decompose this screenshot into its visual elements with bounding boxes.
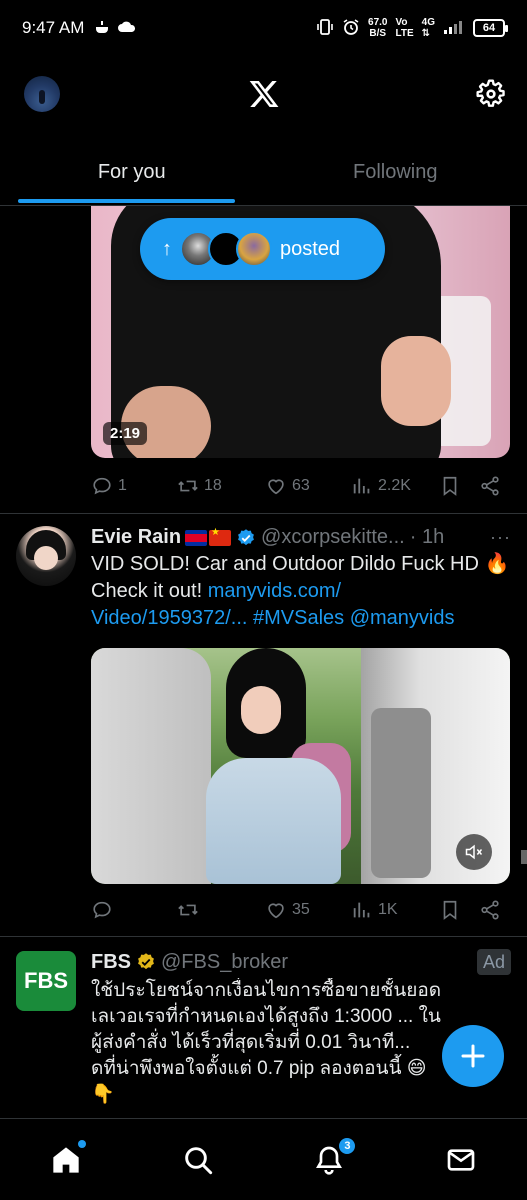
- top-app-bar: [0, 56, 527, 136]
- post-divider: [0, 513, 527, 514]
- post-link[interactable]: Video/1959372/...: [91, 607, 247, 629]
- reply-button[interactable]: [91, 899, 177, 921]
- reply-icon: [93, 901, 111, 919]
- cloud-icon: [118, 20, 136, 37]
- share-button[interactable]: [479, 475, 509, 497]
- nav-home[interactable]: [36, 1130, 96, 1190]
- repost-button[interactable]: 18: [177, 475, 265, 497]
- ad-text: ใช้ประโยชน์จากเงื่อนไขการซื้อขายชั้นยอด …: [91, 980, 442, 1105]
- profile-avatar[interactable]: [24, 76, 60, 112]
- search-icon: [184, 1146, 212, 1174]
- status-bar: 9:47 AM 67.0 B/S Vo LTE 4G ⇅ 64: [0, 0, 527, 56]
- alarm-icon: [342, 18, 360, 39]
- timeline-feed[interactable]: 2:19 ↑ posted 1 18 63 2.2K Evie Rain ★ @…: [0, 206, 527, 1118]
- active-tab-indicator: [18, 199, 235, 203]
- advertiser-logo[interactable]: FBS: [16, 951, 76, 1011]
- volte-indicator: Vo LTE: [395, 17, 414, 39]
- network-gen: 4G ⇅: [421, 17, 435, 39]
- china-flag-icon: [209, 527, 232, 546]
- pill-avatar: [236, 231, 272, 267]
- signal-icon: [443, 19, 465, 38]
- share-icon: [481, 476, 499, 496]
- hashtag-link[interactable]: #MVSales: [253, 607, 344, 629]
- timeline-tabs: For you Following: [0, 140, 527, 206]
- repost-icon: [178, 904, 198, 916]
- post-divider: [0, 936, 527, 937]
- author-name[interactable]: FBS: [91, 951, 131, 974]
- vibrate-icon: [316, 18, 334, 39]
- gear-icon[interactable]: [475, 78, 507, 110]
- like-button[interactable]: 35: [265, 899, 351, 921]
- status-notification-icons: [94, 20, 136, 37]
- x-logo-icon[interactable]: [248, 78, 280, 110]
- bookmark-button[interactable]: [439, 475, 479, 497]
- mute-button[interactable]: [456, 834, 492, 870]
- nav-messages[interactable]: [431, 1130, 491, 1190]
- like-button[interactable]: 63: [265, 475, 351, 497]
- tab-for-you[interactable]: For you: [0, 140, 264, 205]
- author-avatar[interactable]: [16, 526, 76, 586]
- verified-badge-icon: [238, 528, 254, 545]
- author-handle[interactable]: @xcorpsekitte...: [261, 526, 405, 549]
- views-icon: [353, 478, 370, 494]
- author-name[interactable]: Evie Rain: [91, 526, 181, 549]
- flag-emojis: [185, 527, 232, 546]
- cook-icon: [94, 20, 110, 37]
- mail-icon: [447, 1148, 475, 1171]
- post-text: VID SOLD! Car and Outdoor Dildo Fuck HD …: [91, 553, 510, 629]
- bookmark-icon: [443, 476, 457, 496]
- heart-icon: [268, 903, 284, 919]
- reply-icon: [93, 477, 111, 495]
- heart-icon: [268, 479, 284, 495]
- author-handle[interactable]: @FBS_broker: [161, 951, 288, 974]
- nav-search[interactable]: [168, 1130, 228, 1190]
- unread-dot: [77, 1139, 86, 1148]
- cambodia-flag-icon: [185, 529, 208, 546]
- bookmark-icon: [443, 900, 457, 920]
- repost-button[interactable]: [177, 899, 265, 921]
- post-header: FBS @FBS_broker Ad: [91, 949, 511, 975]
- mention-link[interactable]: @manyvids: [350, 607, 455, 629]
- arrow-up-icon: ↑: [162, 237, 172, 260]
- post-video[interactable]: [91, 648, 510, 884]
- battery-indicator: 64: [473, 19, 508, 37]
- post-actions: 1 18 63 2.2K: [91, 471, 510, 501]
- tab-following[interactable]: Following: [264, 140, 527, 205]
- views-icon: [353, 902, 370, 918]
- home-icon: [53, 1146, 79, 1173]
- network-speed: 67.0 B/S: [368, 17, 388, 39]
- share-button[interactable]: [479, 899, 509, 921]
- compose-button[interactable]: [442, 1025, 504, 1087]
- video-duration: 2:19: [103, 422, 148, 445]
- speaker-muted-icon: [465, 844, 483, 860]
- post-time: · 1h: [409, 526, 445, 548]
- status-right: 67.0 B/S Vo LTE 4G ⇅ 64: [316, 17, 508, 39]
- post-header: Evie Rain @xcorpsekitte... · 1h ···: [91, 526, 511, 549]
- bottom-navigation: 3: [0, 1118, 527, 1200]
- ad-badge: Ad: [476, 949, 511, 975]
- gold-verified-badge-icon: [138, 953, 154, 970]
- repost-icon: [178, 480, 198, 492]
- bookmark-button[interactable]: [439, 899, 479, 921]
- post-actions: 35 1K: [91, 895, 510, 925]
- post-link[interactable]: manyvids.com/: [208, 580, 341, 602]
- reply-button[interactable]: 1: [91, 475, 177, 497]
- more-options-icon[interactable]: ···: [490, 527, 511, 548]
- data-arrows-icon: ⇅: [421, 28, 431, 39]
- scrollbar[interactable]: [521, 850, 527, 864]
- app-screen: 9:47 AM 67.0 B/S Vo LTE 4G ⇅ 64 For you …: [0, 0, 527, 1200]
- status-time: 9:47 AM: [22, 18, 85, 37]
- plus-icon: [461, 1044, 485, 1068]
- views-button[interactable]: 2.2K: [351, 475, 439, 497]
- share-icon: [481, 900, 499, 920]
- nav-notifications[interactable]: 3: [299, 1130, 359, 1190]
- posted-label: posted: [280, 237, 341, 260]
- notification-count-badge: 3: [337, 1135, 358, 1156]
- new-posts-pill[interactable]: ↑ posted: [140, 218, 385, 280]
- views-button[interactable]: 1K: [351, 899, 439, 921]
